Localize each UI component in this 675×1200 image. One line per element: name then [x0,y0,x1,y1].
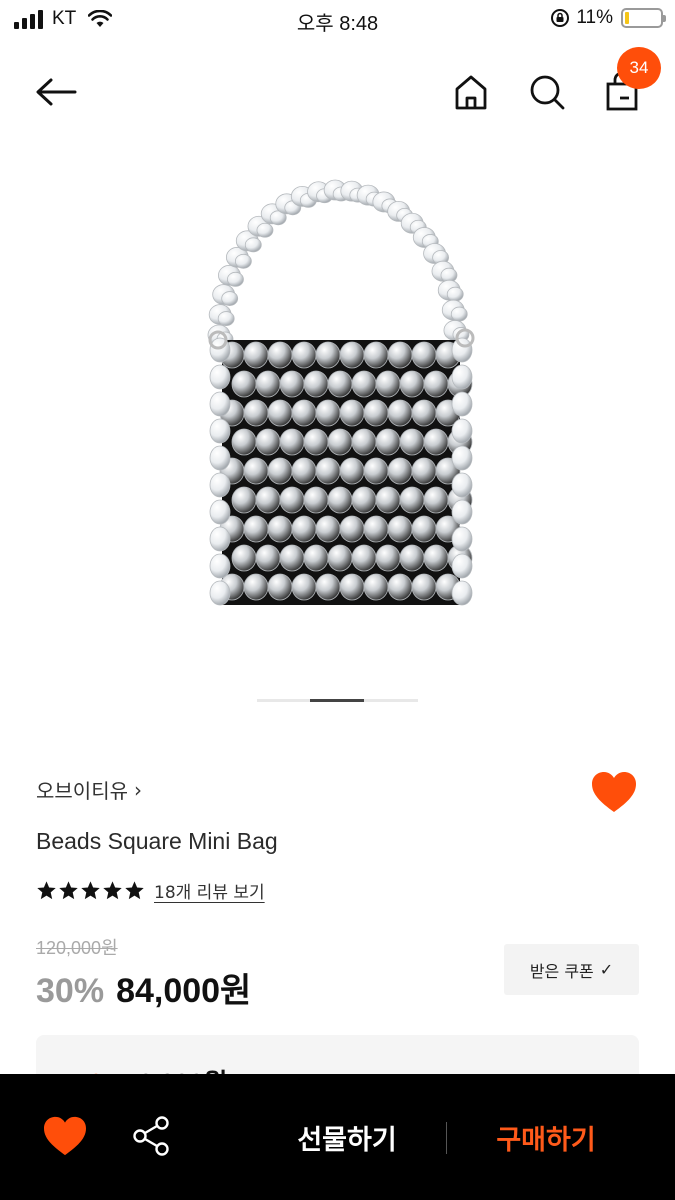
orientation-lock-icon [551,9,570,27]
brand-name: 오브이티유 [36,779,128,803]
product-title: Beads Square Mini Bag [36,828,278,854]
share-icon [133,1116,169,1156]
discount-rate: 30% [36,972,105,1010]
battery-percent: 11% [576,7,613,28]
received-coupon-button[interactable]: 받은 쿠폰 ✓ [504,944,639,995]
product-image[interactable] [160,150,515,630]
star-icon [59,881,78,900]
bottom-like-button[interactable] [42,1115,88,1159]
star-icon [81,881,100,900]
back-button[interactable] [34,70,78,114]
home-button[interactable] [449,70,493,114]
like-button[interactable] [590,770,638,814]
heart-icon [44,1116,86,1156]
review-link[interactable]: 18개 리뷰 보기 [154,878,265,903]
status-right: 11% [550,7,666,29]
status-bar: KT 오후 8:48 11% [0,0,675,40]
chevron-right-icon: › [134,777,142,802]
rating-row: 18개 리뷰 보기 [36,878,265,903]
battery-level-fill [625,12,629,24]
buy-button[interactable]: 구매하기 [476,1114,616,1160]
star-icon [37,881,56,900]
check-icon: ✓ [599,960,614,979]
image-carousel-indicator [257,699,418,702]
search-button[interactable] [525,70,569,114]
share-button[interactable] [130,1114,174,1158]
star-icon [103,881,122,900]
bottom-divider [446,1122,447,1154]
original-price: 120,000원 [36,938,118,958]
bottom-action-bar: 선물하기 구매하기 [0,1074,675,1200]
arrow-left-icon [36,78,77,106]
sale-price: 84,000원 [116,972,252,1010]
cart-count-badge: 34 [617,47,661,89]
beaded-bag-image [207,179,475,606]
gift-button[interactable]: 선물하기 [282,1114,412,1160]
coupon-button-label: 받은 쿠폰 [529,961,594,981]
star-icon [125,881,144,900]
rating-stars [36,880,145,901]
top-navigation [0,60,675,122]
heart-icon [592,772,636,812]
brand-link[interactable]: 오브이티유 › [36,775,142,804]
battery-icon [621,8,666,28]
search-icon [530,75,565,110]
home-icon [455,75,487,110]
price-row: 30% 84,000원 [36,963,251,1012]
carousel-active-segment [310,699,364,702]
